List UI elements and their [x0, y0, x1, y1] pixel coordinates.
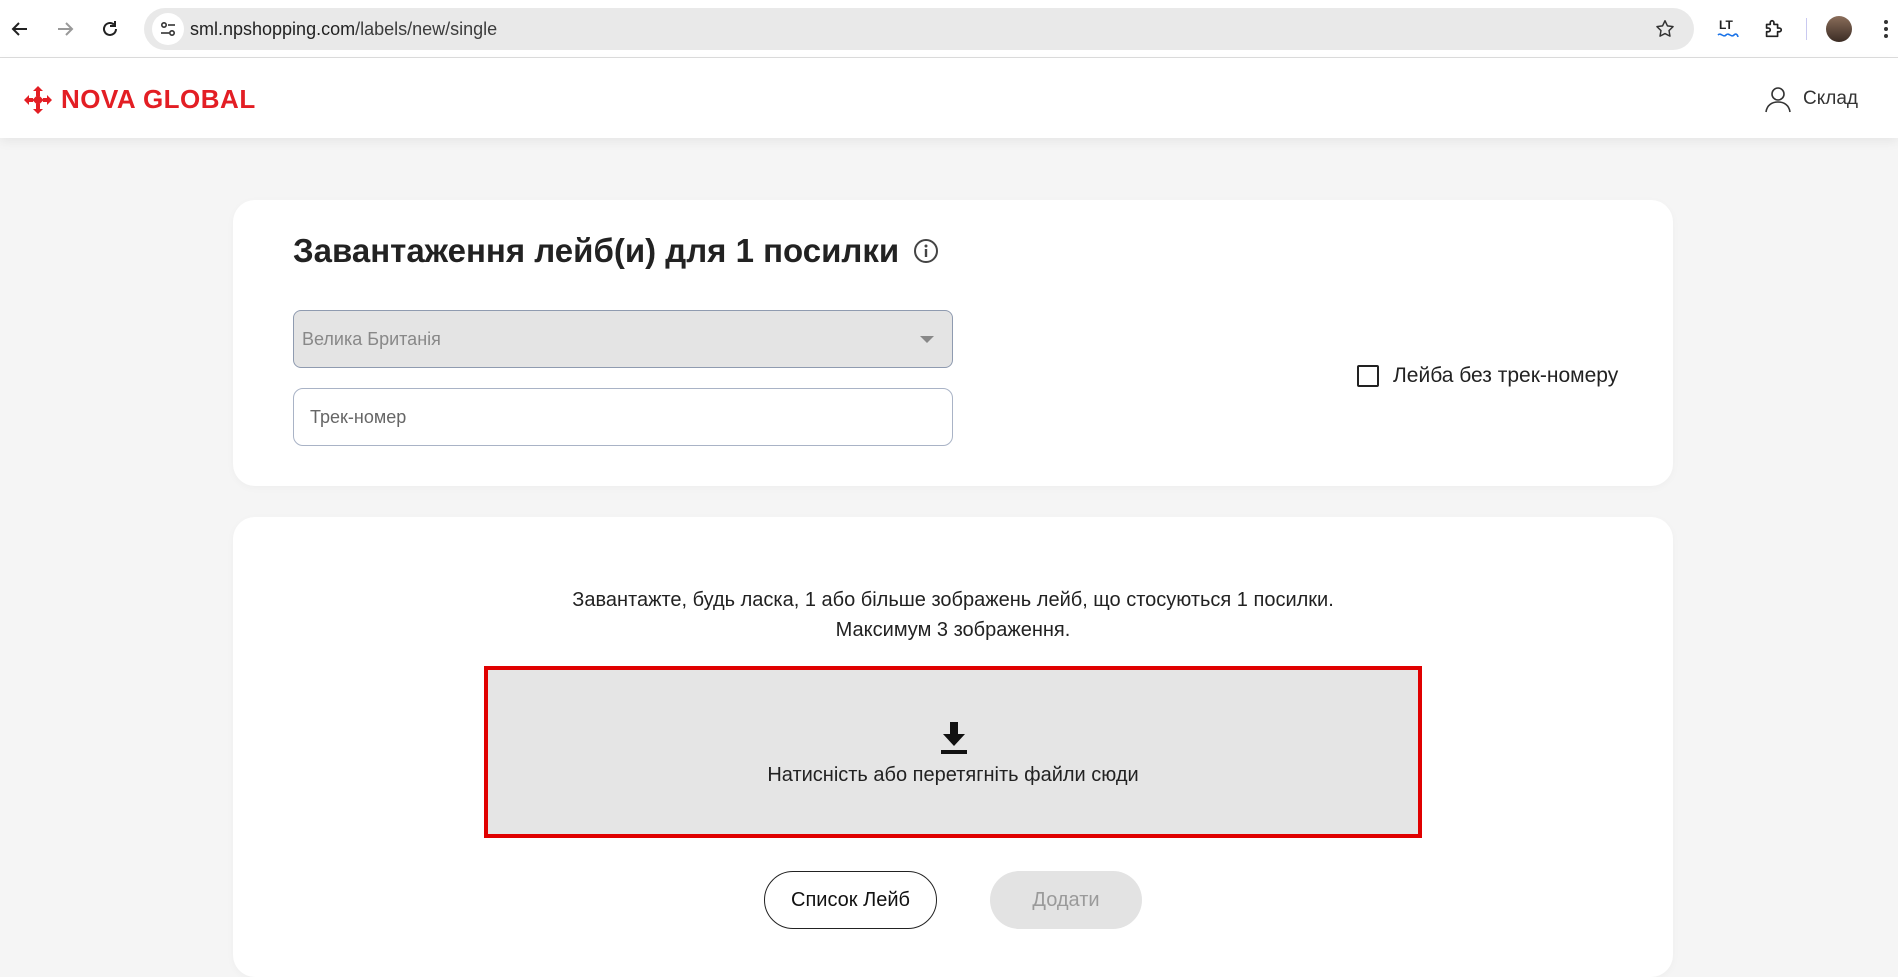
lt-extension-label: LT — [1719, 18, 1733, 32]
no-track-label: Лейба без трек-номеру — [1393, 364, 1619, 387]
nova-logo-icon — [24, 85, 52, 114]
add-button[interactable]: Додати — [990, 871, 1142, 929]
page-title: Завантаження лейб(и) для 1 посилки — [293, 232, 939, 270]
browser-toolbar: sml.npshopping.com/labels/new/single LT — [0, 0, 1898, 58]
url-path: /labels/new/single — [355, 19, 498, 39]
download-icon — [941, 722, 967, 754]
url-text: sml.npshopping.com/labels/new/single — [190, 19, 497, 40]
site-header: NOVA GLOBAL Склад — [0, 58, 1898, 138]
upload-card: Завантажте, будь ласка, 1 або більше зоб… — [233, 517, 1673, 977]
back-icon[interactable] — [4, 13, 36, 45]
file-dropzone[interactable]: Натисність або перетягніть файли сюди — [484, 666, 1422, 838]
user-icon — [1765, 87, 1791, 113]
upload-limit-note: Максимум 3 зображення. — [835, 619, 1071, 641]
track-number-input[interactable] — [293, 388, 953, 446]
logo-text: NOVA GLOBAL — [61, 84, 256, 114]
nova-global-logo[interactable]: NOVA GLOBAL — [23, 84, 256, 115]
no-track-checkbox-row[interactable]: Лейба без трек-номеру — [1357, 364, 1618, 388]
url-host: sml.npshopping.com — [190, 19, 356, 39]
no-track-checkbox[interactable] — [1357, 365, 1379, 387]
label-form-card: Завантаження лейб(и) для 1 посилки Велик… — [233, 200, 1673, 486]
bookmark-star-icon[interactable] — [1654, 18, 1676, 45]
user-label: Склад — [1803, 88, 1858, 109]
info-icon[interactable] — [913, 238, 939, 264]
menu-dots-icon[interactable] — [1870, 13, 1898, 45]
dropzone-text: Натисність або перетягніть файли сюди — [767, 764, 1139, 786]
chevron-down-icon — [920, 336, 934, 343]
reload-icon[interactable] — [94, 13, 126, 45]
forward-icon[interactable] — [49, 13, 81, 45]
extensions-puzzle-icon[interactable] — [1757, 13, 1789, 45]
profile-avatar[interactable] — [1826, 16, 1852, 42]
user-menu[interactable]: Склад — [1763, 84, 1858, 114]
country-select[interactable]: Велика Британія — [293, 310, 953, 368]
lt-extension-icon[interactable]: LT — [1712, 13, 1744, 45]
country-select-value: Велика Британія — [302, 329, 441, 349]
label-list-button[interactable]: Список Лейб — [764, 871, 937, 929]
address-bar[interactable]: sml.npshopping.com/labels/new/single — [144, 8, 1694, 50]
upload-instruction: Завантажте, будь ласка, 1 або більше зоб… — [572, 589, 1334, 611]
site-settings-icon[interactable] — [152, 13, 184, 45]
toolbar-divider — [1806, 18, 1807, 40]
page-title-text: Завантаження лейб(и) для 1 посилки — [293, 232, 900, 269]
